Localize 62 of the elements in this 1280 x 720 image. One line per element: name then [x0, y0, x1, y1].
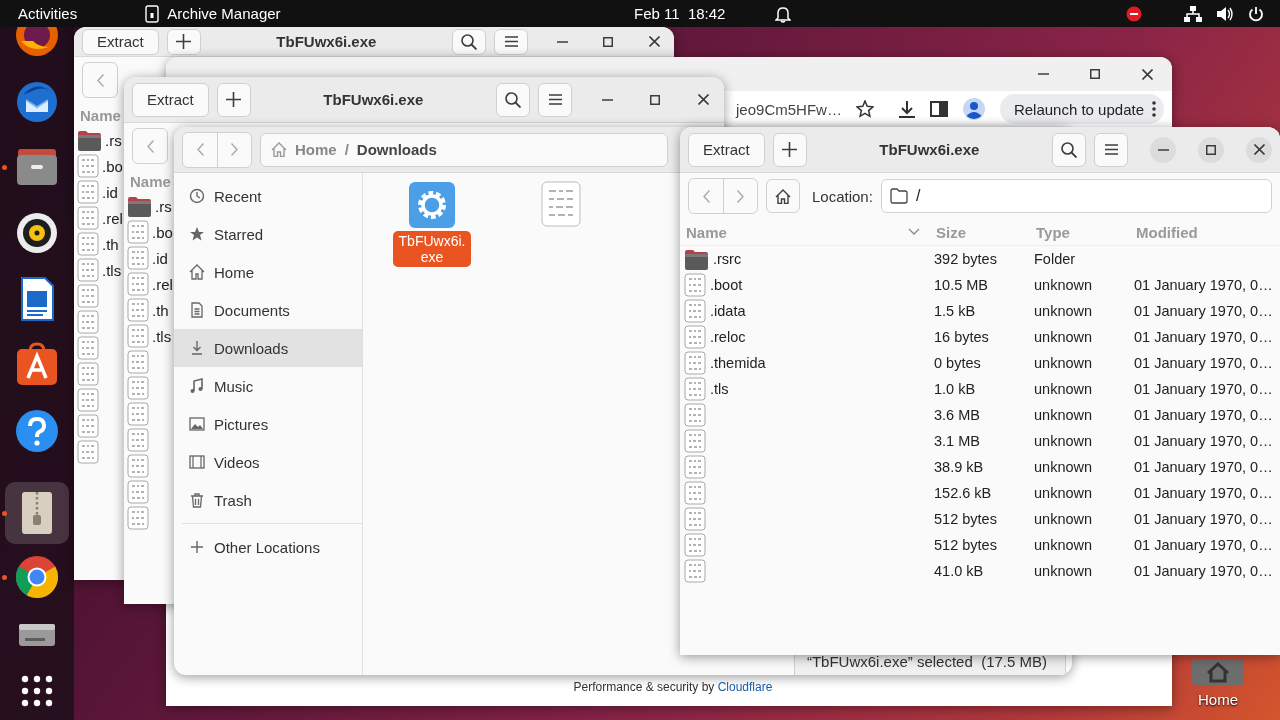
- file-name: .boot: [710, 277, 743, 293]
- file-type: unknown: [1033, 329, 1094, 345]
- file-type: unknown: [1033, 563, 1094, 579]
- file-date: 01 January 1970, 0…: [1133, 303, 1274, 319]
- file-name: .id: [152, 249, 168, 267]
- file-type: unknown: [1033, 459, 1094, 475]
- file-date: 01 January 1970, 0…: [1133, 537, 1274, 553]
- file-name: .bo: [152, 223, 173, 241]
- file-date: 01 January 1970, 0…: [1133, 277, 1274, 293]
- file-size: 512 bytes: [933, 537, 998, 553]
- path-separator: /: [344, 141, 349, 158]
- file-size: 16 bytes: [933, 329, 990, 345]
- file-size: 41.0 kB: [933, 563, 985, 579]
- file-name: .th: [102, 235, 119, 253]
- footer-text: Performance & security by Cloudflare: [572, 680, 773, 694]
- file-name: .themida: [710, 355, 766, 371]
- window-title: TbFUwx6i.exe: [322, 91, 425, 108]
- file-size: 392 bytes: [933, 251, 998, 267]
- file-type: unknown: [1033, 355, 1094, 371]
- file-name: .tls: [152, 327, 172, 345]
- file-size: 512 bytes: [933, 511, 998, 527]
- file-date: 01 January 1970, 0…: [1133, 329, 1274, 345]
- file-size: 1.5 kB: [933, 303, 977, 319]
- file-type: unknown: [1033, 537, 1094, 553]
- location-label: Location:: [812, 187, 873, 205]
- file-type: unknown: [1033, 381, 1094, 397]
- file-date: 01 January 1970, 0…: [1133, 433, 1274, 449]
- file-name: .bo: [102, 157, 123, 175]
- file-size: 1.0 kB: [933, 381, 977, 397]
- file-name: .tls: [710, 381, 729, 397]
- file-name: .th: [152, 301, 169, 319]
- file-size: 38.9 kB: [933, 459, 985, 475]
- file-type: unknown: [1033, 303, 1094, 319]
- file-size: 10.5 MB: [933, 277, 989, 293]
- file-date: 01 January 1970, 0…: [1133, 459, 1274, 475]
- file-name: .rel: [102, 209, 123, 227]
- file-type: unknown: [1033, 511, 1094, 527]
- file-name: .id: [102, 183, 118, 201]
- file-type: unknown: [1033, 277, 1094, 293]
- file-size: 3.1 MB: [933, 433, 981, 449]
- file-name: .rsrc: [713, 251, 742, 267]
- file-name: .rs: [105, 131, 122, 149]
- file-type: unknown: [1033, 433, 1094, 449]
- file-size: 152.6 kB: [933, 485, 993, 501]
- file-name: .tls: [102, 261, 122, 279]
- file-type: Folder: [1033, 251, 1077, 267]
- window-title: TbFUwx6i.exe: [878, 141, 981, 158]
- window-title: TbFUwx6i.exe: [275, 33, 378, 50]
- file-date: 01 January 1970, 0…: [1133, 485, 1274, 501]
- file-date: 01 January 1970, 0…: [1133, 511, 1274, 527]
- file-date: 01 January 1970, 0…: [1133, 563, 1274, 579]
- file-type: unknown: [1033, 485, 1094, 501]
- file-date: 01 January 1970, 0…: [1133, 407, 1274, 423]
- file-name: .idata: [710, 303, 746, 319]
- file-date: 01 January 1970, 0…: [1133, 381, 1274, 397]
- file-name: .rel: [152, 275, 173, 293]
- file-type: unknown: [1033, 407, 1094, 423]
- file-size: 3.6 MB: [933, 407, 981, 423]
- file-size: 0 bytes: [933, 355, 982, 371]
- file-date: 01 January 1970, 0…: [1133, 355, 1274, 371]
- file-name: .reloc: [710, 329, 746, 345]
- file-name: .rs: [155, 197, 172, 215]
